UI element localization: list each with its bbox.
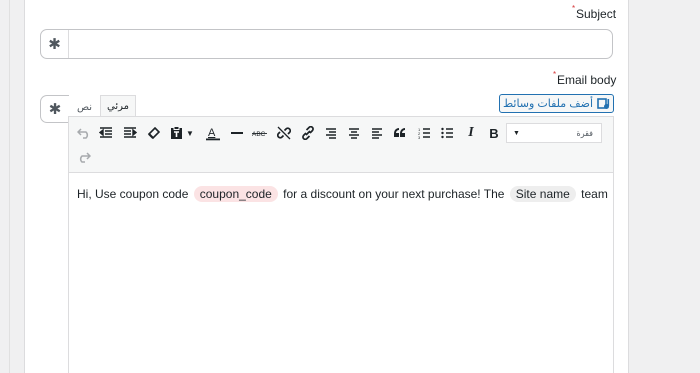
paste-as-text-icon[interactable] <box>166 123 186 143</box>
body-text: for a discount on your next purchase! Th… <box>283 187 505 201</box>
align-left-icon[interactable] <box>367 123 387 143</box>
strikethrough-icon[interactable]: ABC <box>250 123 270 143</box>
undo-icon[interactable] <box>74 123 94 143</box>
tab-text-label: نص <box>76 101 93 113</box>
redo-icon[interactable] <box>74 147 94 167</box>
svg-text:A: A <box>208 127 216 139</box>
paste-dropdown-icon[interactable]: ▼ <box>184 123 196 143</box>
add-media-button[interactable]: أضف ملفات وسائط <box>499 94 614 113</box>
bold-icon[interactable]: B <box>484 123 504 143</box>
merge-tag-button[interactable]: ✱ <box>41 30 69 58</box>
svg-text:3: 3 <box>418 135 421 139</box>
chevron-down-icon: ▼ <box>513 129 520 137</box>
align-center-icon[interactable] <box>344 123 364 143</box>
subject-field[interactable]: ✱ <box>40 29 613 59</box>
text-color-icon[interactable]: A <box>203 123 223 143</box>
blockquote-icon[interactable] <box>390 123 410 143</box>
indent-icon[interactable] <box>120 123 140 143</box>
numbered-list-icon[interactable]: 123 <box>414 123 434 143</box>
body-merge-tag-button[interactable]: ✱ <box>40 95 69 123</box>
svg-text:ABC: ABC <box>252 131 266 138</box>
email-body-label: * Email body <box>553 70 617 87</box>
body-text: team <box>581 187 608 201</box>
media-icon <box>597 97 610 109</box>
horizontal-line-icon[interactable] <box>227 123 247 143</box>
email-body-editor[interactable]: ▼ A ABC 123 I B ▼ فقرة Hi, Use coupon co… <box>68 116 614 373</box>
link-icon[interactable] <box>298 123 318 143</box>
unlink-icon[interactable] <box>274 123 294 143</box>
required-mark: * <box>572 4 576 13</box>
subject-label: * Subject <box>572 4 617 21</box>
body-text: Hi, Use coupon code <box>77 187 189 201</box>
italic-icon[interactable]: I <box>461 123 481 143</box>
site-name-tag[interactable]: Site name <box>509 186 576 202</box>
tab-visual[interactable]: مرئي <box>100 95 136 117</box>
required-mark: * <box>553 70 557 79</box>
tab-text[interactable]: نص <box>69 96 100 117</box>
tab-visual-label: مرئي <box>107 101 129 112</box>
editor-toolbar: ▼ A ABC 123 I B ▼ فقرة <box>69 117 613 173</box>
coupon-code-tag[interactable]: coupon_code <box>193 186 278 202</box>
bulleted-list-icon[interactable] <box>437 123 457 143</box>
page-edge <box>9 0 10 373</box>
add-media-label: أضف ملفات وسائط <box>502 98 594 110</box>
asterisk-icon: ✱ <box>48 36 61 53</box>
email-body-label-text: Email body <box>557 73 617 87</box>
subject-label-text: Subject <box>576 7 617 21</box>
format-select-value: فقرة <box>576 128 593 138</box>
format-select[interactable]: ▼ فقرة <box>506 123 602 143</box>
clear-formatting-icon[interactable] <box>143 123 163 143</box>
asterisk-icon: ✱ <box>48 101 62 118</box>
align-right-icon[interactable] <box>321 123 341 143</box>
email-body-content[interactable]: Hi, Use coupon code coupon_code for a di… <box>77 186 608 202</box>
outdent-icon[interactable] <box>96 123 116 143</box>
